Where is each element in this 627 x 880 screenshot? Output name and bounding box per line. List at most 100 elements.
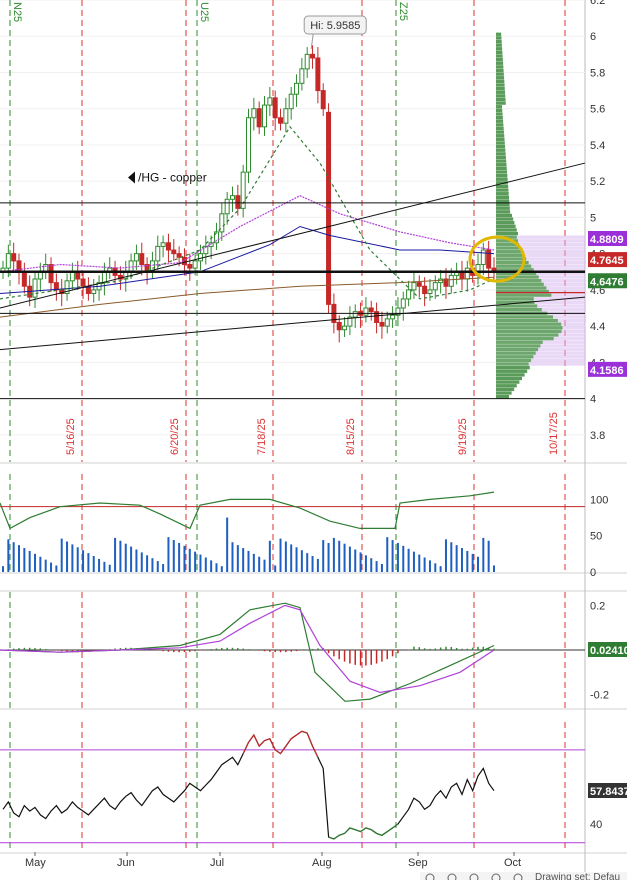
volume-profile-bar (496, 83, 505, 87)
contract-roll-label: N25 (11, 2, 23, 22)
value-area-bar (553, 336, 585, 341)
candle-body (390, 314, 396, 320)
value-area-bar (541, 279, 585, 283)
volume-profile-bar (496, 224, 516, 228)
candle-body (278, 117, 284, 124)
volume-bar (359, 552, 362, 572)
volume-profile-bar (496, 369, 528, 373)
volume-bar (252, 553, 255, 572)
volume-profile-bar (496, 387, 515, 392)
y-tick-label: 5.6 (590, 104, 605, 116)
panel-separator (0, 462, 627, 464)
volume-profile-bar (496, 134, 505, 138)
date-marker-label: 7/18/25 (256, 418, 268, 455)
volume-bar (279, 538, 282, 572)
volume-profile-bar (496, 221, 515, 225)
rsi-oversold-segment (328, 823, 399, 840)
candle-body (69, 271, 75, 282)
volume-profile-bar (496, 68, 504, 73)
volume-profile-bar (496, 199, 510, 203)
volume-profile-bar (496, 351, 536, 355)
volume-profile-bar (496, 101, 506, 105)
hi-label: Hi: 5.9585 (310, 20, 360, 32)
panel-separator (0, 852, 627, 854)
panel-separator (0, 708, 627, 710)
rsi-line (2, 730, 495, 840)
volume-profile-bar (496, 119, 504, 123)
volume-bar (55, 565, 58, 572)
volume-profile-bar (496, 391, 512, 395)
volume-bar (274, 565, 277, 572)
volume-profile-bar (496, 326, 563, 330)
volume-profile-bar (496, 148, 506, 152)
volume-bar (124, 543, 127, 572)
volume-profile-bar (496, 336, 554, 341)
volume-bar (471, 553, 474, 572)
volume-profile-bar (496, 126, 504, 131)
volume-bar (108, 564, 111, 572)
volume-bar (114, 537, 117, 572)
price-badge-label: 4.1586 (590, 365, 624, 377)
candle-body (246, 117, 251, 173)
volume-profile-bar (496, 43, 502, 47)
volume-bar (210, 560, 213, 572)
volume-profile-bar (496, 282, 544, 286)
value-area-bar (538, 347, 585, 352)
volume-bar (188, 548, 191, 572)
volume-bar (300, 550, 303, 572)
volume-bar (130, 546, 133, 572)
volume-profile-bar (496, 286, 547, 290)
volume-bar (306, 553, 309, 572)
candle-body (187, 264, 193, 269)
y-tick-label: 0.2 (590, 600, 605, 612)
candle-body (320, 90, 326, 110)
volume-bar (493, 565, 495, 572)
value-area-bar (553, 315, 585, 319)
value-area-bar (535, 351, 585, 355)
volume-bar (258, 556, 261, 572)
volume-bar (103, 561, 106, 572)
panel-separator (0, 572, 627, 574)
candle-body (32, 278, 38, 298)
volume-profile-bar (496, 54, 503, 58)
candle-body (229, 195, 235, 200)
volume-bar (386, 537, 389, 572)
value-area-bar (561, 322, 585, 326)
volume-bar (476, 556, 479, 572)
volume-bar (268, 540, 271, 572)
candle-body (48, 264, 54, 284)
volume-bar (364, 555, 367, 572)
volume-bar (50, 562, 53, 572)
volume-profile-bar (496, 72, 504, 76)
symbol-annotation: /HG - copper (138, 171, 207, 185)
volume-bar (396, 542, 399, 572)
y-tick-label: 5.4 (590, 140, 605, 152)
volume-bar (28, 550, 31, 572)
candle-body (101, 271, 107, 284)
candle-body (432, 282, 438, 291)
volume-bar (284, 541, 287, 572)
candle-body (480, 249, 486, 266)
volume-bar (391, 540, 394, 572)
candle-body (235, 195, 241, 209)
volume-bar (18, 545, 21, 572)
date-marker-label: 9/19/25 (457, 418, 469, 455)
candle-body (11, 253, 17, 262)
volume-profile-bar (496, 159, 507, 163)
rsi-overbought-segment (242, 730, 319, 758)
candle-body (256, 108, 262, 128)
price-badge-label: 4.8809 (590, 234, 624, 246)
volume-bar (34, 553, 37, 572)
volume-profile-bar (496, 173, 508, 178)
volume-profile-bar (496, 333, 559, 337)
value-area-bar (526, 257, 585, 261)
volume-profile-bar (496, 362, 529, 366)
volume-profile-bar (496, 315, 554, 319)
volume-bar (242, 548, 245, 572)
value-area-bar (541, 308, 585, 312)
candle-body (464, 267, 470, 280)
value-area-bar (551, 293, 585, 297)
candle-body (262, 104, 268, 128)
volume-profile-bar (496, 322, 562, 326)
volume-profile-bar (496, 250, 522, 254)
